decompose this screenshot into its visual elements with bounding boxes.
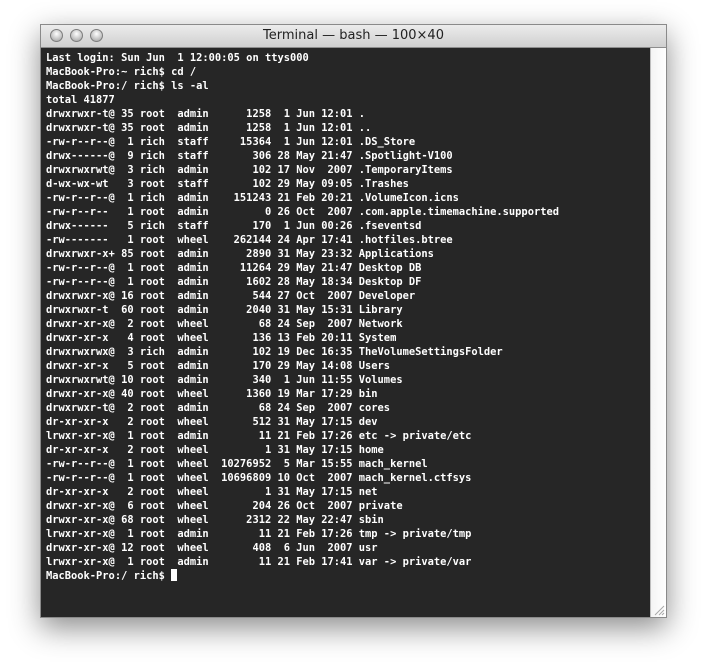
terminal-line: drwxrwxrwt@ 10 root admin 340 1 Jun 11:5… — [46, 374, 403, 386]
terminal-line: drwxr-xr-x@ 12 root wheel 408 6 Jun 2007… — [46, 542, 378, 554]
terminal-line: drwxrwxr-t@ 35 root admin 1258 1 Jun 12:… — [46, 122, 372, 134]
terminal-line: drwxrwxr-t 60 root admin 2040 31 May 15:… — [46, 304, 403, 316]
terminal-line: lrwxr-xr-x@ 1 root admin 11 21 Feb 17:26… — [46, 430, 472, 442]
terminal-line: drwx------ 5 rich staff 170 1 Jun 00:26 … — [46, 220, 422, 232]
terminal-line: -rw-r--r--@ 1 root admin 11264 29 May 21… — [46, 262, 422, 274]
terminal-line: dr-xr-xr-x 2 root wheel 1 31 May 17:15 h… — [46, 444, 384, 456]
window-title: Terminal — bash — 100×40 — [263, 28, 444, 43]
terminal-line: drwxrwxr-x@ 16 root admin 544 27 Oct 200… — [46, 290, 416, 302]
terminal-line: -rw------- 1 root wheel 262144 24 Apr 17… — [46, 234, 453, 246]
terminal-line: drwxr-xr-x 4 root wheel 136 13 Feb 20:11… — [46, 332, 397, 344]
terminal-line: drwxr-xr-x@ 40 root wheel 1360 19 Mar 17… — [46, 388, 378, 400]
terminal-output[interactable]: Last login: Sun Jun 1 12:00:05 on ttys00… — [41, 48, 650, 583]
terminal-line: MacBook-Pro:/ rich$ ls -al — [46, 80, 209, 92]
terminal-line: -rw-r--r--@ 1 root wheel 10696809 10 Oct… — [46, 472, 472, 484]
terminal-line: d-wx-wx-wt 3 root staff 102 29 May 09:05… — [46, 178, 409, 190]
terminal-line: -rw-r--r--@ 1 root admin 1602 28 May 18:… — [46, 276, 422, 288]
terminal-line: drwxrwxr-x+ 85 root admin 2890 31 May 23… — [46, 248, 434, 260]
terminal-line: drwxrwxr-t@ 2 root admin 68 24 Sep 2007 … — [46, 402, 391, 414]
vertical-scrollbar[interactable] — [650, 48, 666, 617]
terminal-line: MacBook-Pro:~ rich$ cd / — [46, 66, 197, 78]
terminal-line: drwxrwxrwt@ 3 rich admin 102 17 Nov 2007… — [46, 164, 453, 176]
terminal-window: Terminal — bash — 100×40 Last login: Sun… — [40, 24, 667, 618]
resize-grip-icon[interactable] — [653, 604, 665, 616]
title-bar[interactable]: Terminal — bash — 100×40 — [41, 25, 666, 48]
terminal-line: total 41877 — [46, 94, 115, 106]
terminal-line: drwxr-xr-x@ 68 root wheel 2312 22 May 22… — [46, 514, 384, 526]
terminal-line: drwxr-xr-x@ 6 root wheel 204 26 Oct 2007… — [46, 500, 403, 512]
terminal-content[interactable]: Last login: Sun Jun 1 12:00:05 on ttys00… — [41, 48, 650, 617]
terminal-line: Last login: Sun Jun 1 12:00:05 on ttys00… — [46, 52, 309, 64]
prompt-text: MacBook-Pro:/ rich$ — [46, 570, 172, 582]
terminal-line: dr-xr-xr-x 2 root wheel 512 31 May 17:15… — [46, 416, 378, 428]
terminal-line: drwx------@ 9 rich staff 306 28 May 21:4… — [46, 150, 453, 162]
terminal-line: -rw-r--r-- 1 root admin 0 26 Oct 2007 .c… — [46, 206, 559, 218]
terminal-line: drwxrwxr-t@ 35 root admin 1258 1 Jun 12:… — [46, 108, 366, 120]
terminal-line: drwxrwxrwx@ 3 rich admin 102 19 Dec 16:3… — [46, 346, 503, 358]
terminal-line: drwxr-xr-x 5 root admin 170 29 May 14:08… — [46, 360, 391, 372]
terminal-line: drwxr-xr-x@ 2 root wheel 68 24 Sep 2007 … — [46, 318, 403, 330]
terminal-line: -rw-r--r--@ 1 rich staff 15364 1 Jun 12:… — [46, 136, 416, 148]
terminal-line: -rw-r--r--@ 1 rich admin 151243 21 Feb 2… — [46, 192, 459, 204]
terminal-line: lrwxr-xr-x@ 1 root admin 11 21 Feb 17:26… — [46, 528, 472, 540]
terminal-lines: Last login: Sun Jun 1 12:00:05 on ttys00… — [46, 51, 650, 569]
terminal-line: lrwxr-xr-x@ 1 root admin 11 21 Feb 17:41… — [46, 556, 472, 568]
prompt-line: MacBook-Pro:/ rich$ — [46, 569, 650, 583]
terminal-line: -rw-r--r--@ 1 root wheel 10276952 5 Mar … — [46, 458, 428, 470]
text-cursor — [171, 569, 178, 581]
terminal-line: dr-xr-xr-x 2 root wheel 1 31 May 17:15 n… — [46, 486, 378, 498]
